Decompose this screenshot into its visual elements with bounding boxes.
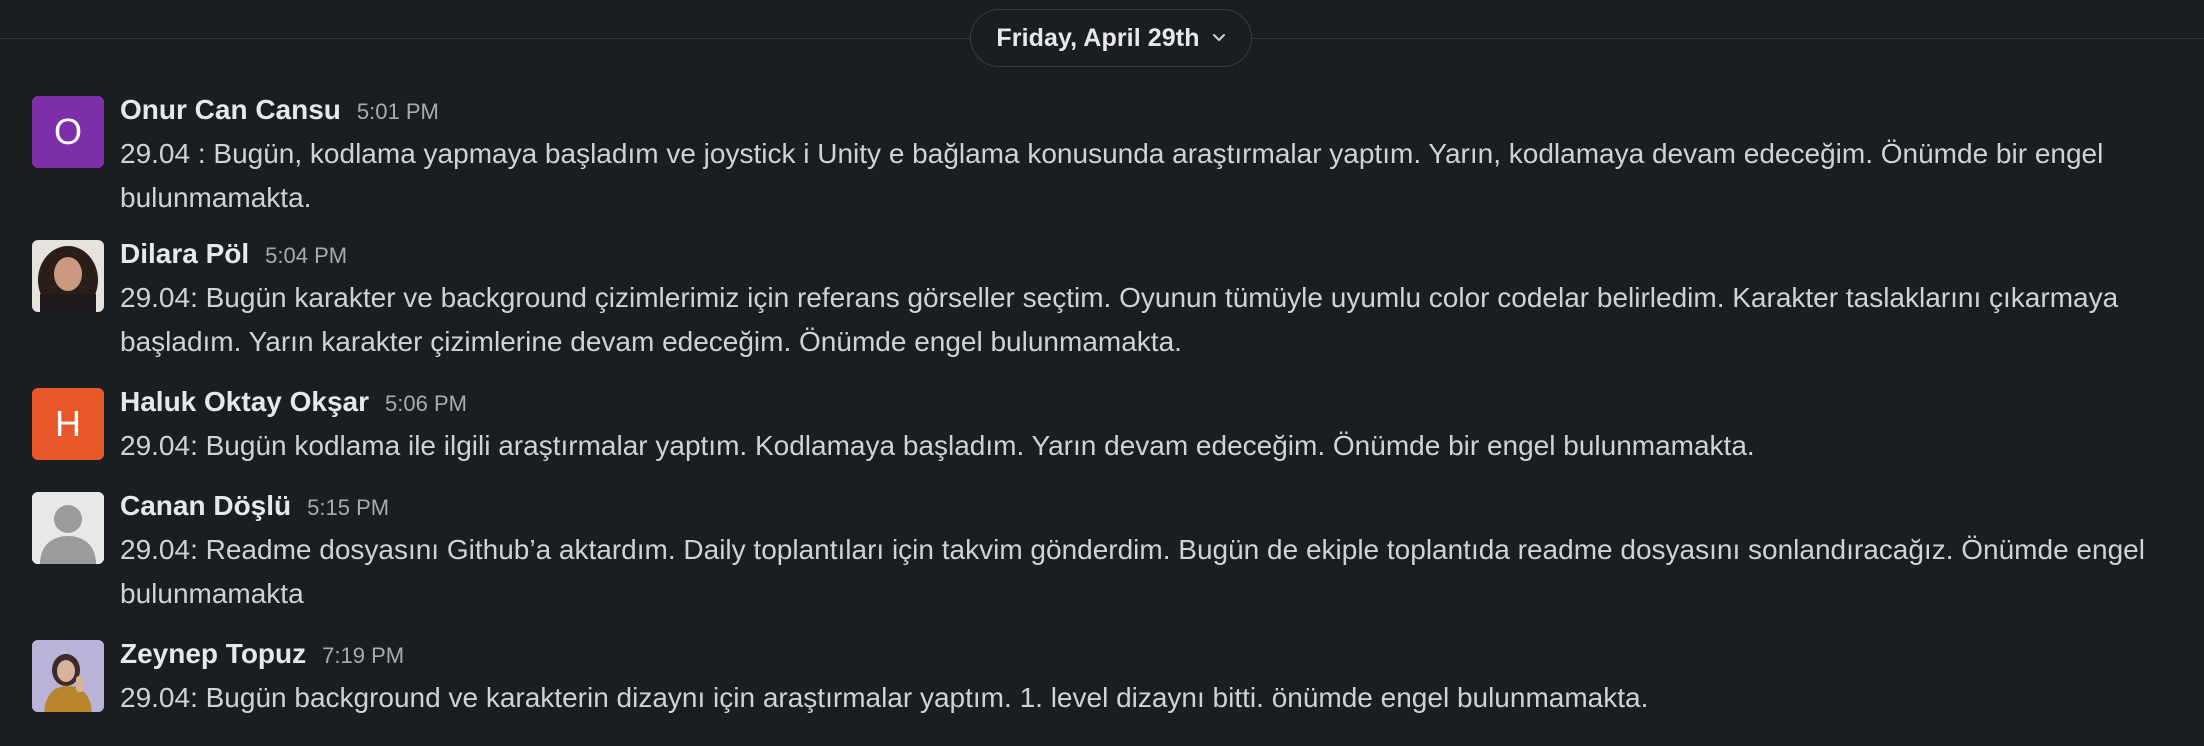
avatar[interactable] [32, 640, 104, 712]
date-divider-button[interactable]: Friday, April 29th [970, 9, 1252, 67]
sender-name[interactable]: Zeynep Topuz [120, 638, 306, 670]
message-list: O Onur Can Cansu 5:01 PM 29.04 : Bugün, … [0, 88, 2204, 736]
message-text: 29.04: Readme dosyasını Github’a aktardı… [120, 534, 2145, 609]
message-timestamp[interactable]: 5:04 PM [265, 243, 347, 269]
user-photo-icon [32, 240, 104, 312]
sender-name[interactable]: Haluk Oktay Okşar [120, 386, 369, 418]
avatar[interactable] [32, 492, 104, 564]
message[interactable]: Dilara Pöl 5:04 PM 29.04: Bugün karakter… [0, 232, 2204, 380]
sender-name[interactable]: Dilara Pöl [120, 238, 249, 270]
message[interactable]: Canan Döşlü 5:15 PM 29.04: Readme dosyas… [0, 484, 2204, 632]
message-timestamp[interactable]: 5:15 PM [307, 495, 389, 521]
message-header: Haluk Oktay Okşar 5:06 PM [120, 380, 2184, 424]
message-timestamp[interactable]: 7:19 PM [322, 643, 404, 669]
message-header: Onur Can Cansu 5:01 PM [120, 88, 2184, 132]
avatar[interactable]: O [32, 96, 104, 168]
message-header: Canan Döşlü 5:15 PM [120, 484, 2184, 528]
avatar-letter: O [53, 111, 82, 152]
sender-name[interactable]: Canan Döşlü [120, 490, 291, 522]
message-text: 29.04 : Bugün, kodlama yapmaya başladım … [120, 138, 2104, 213]
avatar[interactable]: H [32, 388, 104, 460]
message-text: 29.04: Bugün kodlama ile ilgili araştırm… [120, 430, 1755, 461]
date-divider-label: Friday, April 29th [996, 23, 1200, 52]
channel-view: Friday, April 29th O Onur Can Cansu 5:01… [0, 0, 2204, 746]
message[interactable]: O Onur Can Cansu 5:01 PM 29.04 : Bugün, … [0, 88, 2204, 228]
avatar-letter: H [55, 403, 81, 444]
message-timestamp[interactable]: 5:01 PM [357, 99, 439, 125]
message[interactable]: H Haluk Oktay Okşar 5:06 PM 29.04: Bugün… [0, 380, 2204, 484]
avatar[interactable] [32, 240, 104, 312]
sender-name[interactable]: Onur Can Cansu [120, 94, 341, 126]
chevron-down-icon [1212, 33, 1226, 43]
message-timestamp[interactable]: 5:06 PM [385, 391, 467, 417]
message-text: 29.04: Bugün karakter ve background çizi… [120, 282, 2119, 357]
message-header: Dilara Pöl 5:04 PM [120, 232, 2184, 276]
message-header: Zeynep Topuz 7:19 PM [120, 632, 2184, 676]
default-user-icon [32, 492, 104, 564]
message-text: 29.04: Bugün background ve karakterin di… [120, 682, 1649, 713]
user-photo-icon [32, 640, 104, 712]
message[interactable]: Zeynep Topuz 7:19 PM 29.04: Bugün backgr… [0, 632, 2204, 736]
